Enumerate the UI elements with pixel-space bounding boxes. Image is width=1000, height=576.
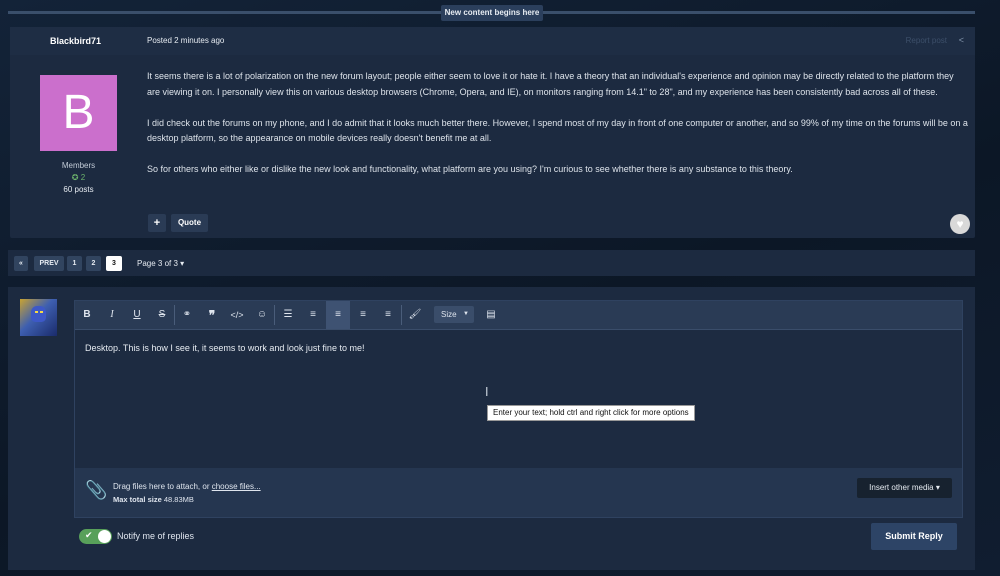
toolbar-divider <box>401 305 402 325</box>
member-role: Members <box>61 161 96 170</box>
notify-label[interactable]: Notify me of replies <box>117 531 194 541</box>
post-body: It seems there is a lot of polarization … <box>147 69 969 193</box>
post-header: Blackbird71 Posted 2 minutes ago Report … <box>10 27 975 55</box>
page-3-button[interactable]: 3 <box>106 256 122 271</box>
first-page-button[interactable]: « <box>14 256 28 271</box>
reputation-icon: ✪ <box>71 173 81 182</box>
multiquote-button[interactable]: + <box>148 214 166 232</box>
rich-text-editor[interactable]: B I U S ⚭ ❞ </> ☺ ☰ ≡ ≡ ≡ ≡ 🖌 Size ▼ ▤ D… <box>74 300 963 518</box>
check-icon: ✔ <box>85 530 93 540</box>
notify-toggle[interactable]: ✔ <box>79 529 112 544</box>
underline-button[interactable]: U <box>125 301 149 329</box>
pagination: « PREV 1 2 3 Page 3 of 3 ▾ <box>8 250 975 276</box>
toolbar-divider <box>274 305 275 325</box>
code-icon[interactable]: </> <box>225 301 249 329</box>
post-paragraph: I did check out the forums on my phone, … <box>147 117 968 144</box>
author-name[interactable]: Blackbird71 <box>50 36 101 46</box>
reputation-value: 2 <box>80 173 86 182</box>
font-size-label: Size <box>441 310 457 319</box>
max-size-label: Max total size <box>113 495 162 504</box>
post-paragraph: So for others who either like or dislike… <box>147 164 793 174</box>
quote-icon[interactable]: ❞ <box>200 301 224 329</box>
choose-files-link[interactable]: choose files... <box>212 482 261 491</box>
paperclip-icon: 📎 <box>85 480 108 501</box>
bullet-list-icon[interactable]: ☰ <box>276 301 300 329</box>
attachment-area[interactable]: 📎 Drag files here to attach, or choose f… <box>75 468 962 517</box>
new-content-badge: New content begins here <box>441 5 543 21</box>
share-icon[interactable]: < <box>959 35 964 45</box>
page-jump-dropdown[interactable]: Page 3 of 3 ▾ <box>137 259 184 268</box>
align-center-icon[interactable]: ≡ <box>351 301 375 329</box>
attach-instructions: Drag files here to attach, or choose fil… <box>113 482 261 491</box>
editor-content[interactable]: Desktop. This is how I see it, it seems … <box>85 343 364 353</box>
source-icon[interactable]: ▤ <box>479 301 503 329</box>
link-icon[interactable]: ⚭ <box>175 301 199 329</box>
prev-page-button[interactable]: PREV <box>34 256 64 271</box>
reply-box: B I U S ⚭ ❞ </> ☺ ☰ ≡ ≡ ≡ ≡ 🖌 Size ▼ ▤ D… <box>8 287 975 570</box>
editor-tooltip: Enter your text; hold ctrl and right cli… <box>487 405 695 421</box>
post-timestamp[interactable]: Posted 2 minutes ago <box>147 36 224 45</box>
max-size-value: 48.83MB <box>163 495 194 504</box>
brush-icon[interactable]: 🖌 <box>403 301 427 329</box>
italic-button[interactable]: I <box>100 301 124 329</box>
editor-toolbar: B I U S ⚭ ❞ </> ☺ ☰ ≡ ≡ ≡ ≡ 🖌 Size ▼ ▤ <box>75 301 962 330</box>
reputation-badge: ✪ 2 <box>40 173 117 182</box>
post-paragraph: It seems there is a lot of polarization … <box>147 71 954 97</box>
align-left-icon[interactable]: ≡ <box>326 301 350 329</box>
toggle-knob <box>98 530 111 543</box>
avatar[interactable]: B <box>40 75 117 151</box>
chevron-down-icon: ▼ <box>463 311 469 317</box>
font-size-dropdown[interactable]: Size ▼ <box>434 306 474 323</box>
attach-text: Drag files here to attach, or <box>113 482 212 491</box>
align-right-icon[interactable]: ≡ <box>376 301 400 329</box>
post-count: 60 posts <box>63 185 94 194</box>
bold-button[interactable]: B <box>75 301 99 329</box>
emoji-icon[interactable]: ☺ <box>250 301 274 329</box>
heart-icon[interactable]: ♥ <box>950 214 970 234</box>
text-cursor-icon: I <box>485 385 489 399</box>
max-size-info: Max total size 48.83MB <box>113 495 194 504</box>
report-post-link[interactable]: Report post <box>906 36 947 45</box>
page-2-button[interactable]: 2 <box>86 256 101 271</box>
user-avatar[interactable] <box>20 299 57 336</box>
forum-post: Blackbird71 Posted 2 minutes ago Report … <box>10 27 975 238</box>
insert-media-button[interactable]: Insert other media ▾ <box>857 478 952 498</box>
strikethrough-button[interactable]: S <box>150 301 174 329</box>
numbered-list-icon[interactable]: ≡ <box>301 301 325 329</box>
submit-reply-button[interactable]: Submit Reply <box>871 523 957 550</box>
page-1-button[interactable]: 1 <box>67 256 82 271</box>
quote-button[interactable]: Quote <box>171 214 208 232</box>
